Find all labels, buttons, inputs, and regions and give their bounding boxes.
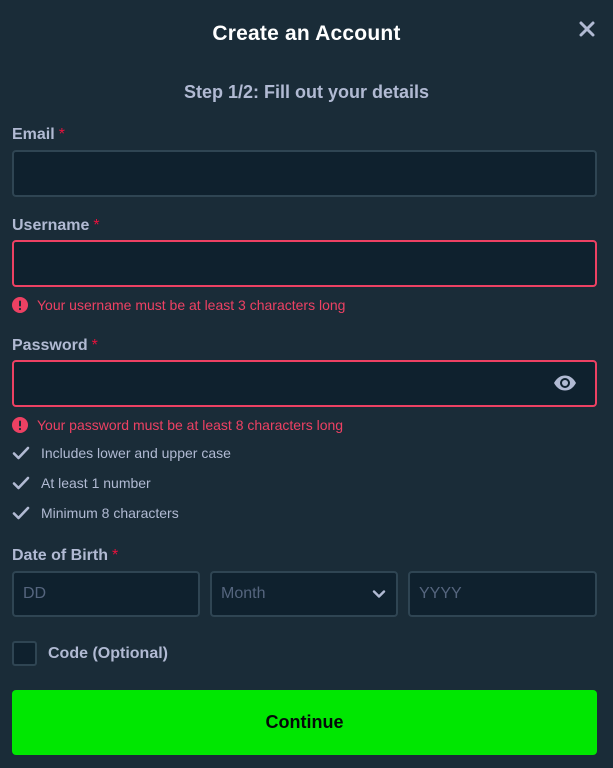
dob-month-select[interactable]: Month — [210, 571, 398, 617]
create-account-modal: Create an Account Step 1/2: Fill out you… — [0, 0, 613, 768]
password-error: Your password must be at least 8 charact… — [12, 417, 343, 433]
password-rule-text: Includes lower and upper case — [41, 445, 231, 461]
password-error-text: Your password must be at least 8 charact… — [37, 417, 344, 433]
close-icon — [579, 21, 595, 37]
email-label: Email * — [12, 126, 65, 144]
password-rule-text: Minimum 8 characters — [41, 505, 179, 521]
dob-day-field[interactable]: DD — [12, 571, 200, 617]
username-field[interactable] — [12, 240, 597, 287]
step-indicator: Step 1/2: Fill out your details — [183, 82, 430, 102]
password-rule: At least 1 number — [12, 475, 151, 491]
required-marker: * — [58, 126, 65, 143]
chevron-down-icon — [372, 590, 386, 598]
close-button[interactable] — [576, 18, 598, 40]
dob-day-placeholder: DD — [23, 585, 47, 602]
show-password-button[interactable] — [553, 374, 577, 392]
password-rule: Includes lower and upper case — [12, 445, 231, 461]
error-icon — [12, 417, 28, 433]
dob-year-field[interactable]: YYYY — [408, 571, 597, 617]
error-icon — [12, 297, 28, 313]
dob-month-placeholder: Month — [221, 585, 266, 602]
username-label: Username * — [12, 217, 100, 235]
code-checkbox[interactable] — [12, 641, 37, 666]
dob-year-placeholder: YYYY — [419, 585, 462, 602]
checkmark-icon — [12, 446, 30, 460]
password-label-text: Password — [12, 337, 88, 354]
checkmark-icon — [12, 476, 30, 490]
dob-label-text: Date of Birth — [12, 547, 108, 564]
email-field[interactable] — [12, 150, 597, 197]
eye-icon — [554, 375, 576, 391]
username-error: Your username must be at least 3 charact… — [12, 297, 345, 313]
username-label-text: Username — [12, 217, 90, 234]
username-error-text: Your username must be at least 3 charact… — [37, 297, 346, 313]
required-marker: * — [93, 217, 100, 234]
email-label-text: Email — [12, 126, 55, 143]
password-label: Password * — [12, 337, 98, 355]
code-label: Code (Optional) — [48, 645, 168, 662]
checkmark-icon — [12, 506, 30, 520]
dob-label: Date of Birth * — [12, 547, 118, 565]
required-marker: * — [112, 547, 119, 564]
password-rule-text: At least 1 number — [41, 475, 151, 491]
required-marker: * — [91, 337, 98, 354]
modal-title: Create an Account — [212, 22, 401, 45]
password-rule: Minimum 8 characters — [12, 505, 179, 521]
password-field[interactable] — [12, 360, 597, 407]
continue-button[interactable]: Continue — [12, 690, 597, 755]
